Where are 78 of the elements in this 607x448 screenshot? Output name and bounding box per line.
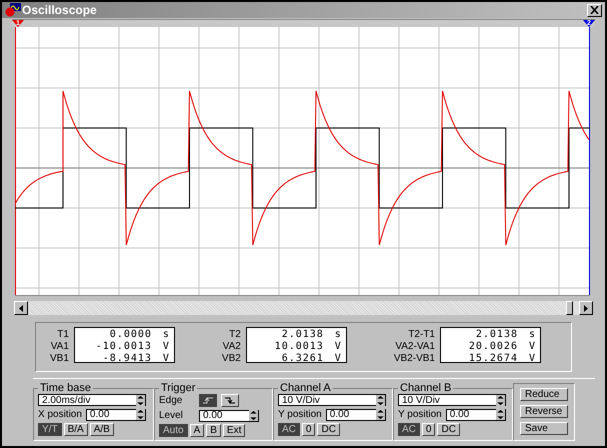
readout-label: VA2 [222, 341, 241, 353]
readout-unit: V [162, 353, 169, 365]
readout-unit: s [334, 329, 341, 341]
field-label: Y position [398, 409, 442, 420]
field-label: Y position [278, 409, 322, 420]
close-icon [590, 6, 599, 14]
time-scale-spinner[interactable]: 2.00ms/div [38, 394, 146, 406]
coupling-button[interactable]: DC [317, 423, 340, 436]
readout-value: 6.3261 [280, 353, 324, 365]
level-spinner[interactable]: 0.00 [199, 410, 259, 422]
field-label: X position [38, 409, 82, 420]
readout-label: VA1 [50, 341, 69, 353]
scroll-right-button[interactable] [579, 301, 593, 315]
x-position-spinner[interactable]: 0.00 [86, 408, 146, 420]
readout-unit: V [528, 353, 535, 365]
scope-icon [5, 3, 21, 17]
group-title: Channel B [399, 383, 452, 393]
readout-value: 20.0026 [468, 341, 518, 353]
field-label: Level [159, 410, 184, 421]
group-title: Time base [39, 383, 92, 393]
action-button[interactable]: Reverse [520, 405, 568, 418]
readout-value: 2.0138 [280, 329, 324, 341]
left-arrow-icon [19, 304, 23, 312]
spin-arrows-icon [136, 409, 145, 420]
action-button[interactable]: Reduce [520, 388, 568, 401]
volts-scale-spinner[interactable]: 10 V/Div [398, 394, 506, 406]
window-title: Oscilloscope [22, 3, 98, 17]
readout-label: T2-T1 [408, 329, 435, 341]
coupling-button[interactable]: AC [398, 423, 420, 436]
source-button[interactable]: B [206, 424, 221, 437]
mode-button[interactable]: Y/T [38, 423, 62, 436]
readout-label: VB2 [222, 353, 241, 365]
readout-value: 10.0013 [274, 341, 324, 353]
scroll-thumb[interactable] [566, 301, 573, 315]
close-button[interactable] [587, 4, 602, 16]
readout-unit: s [162, 329, 169, 341]
y-position-spinner[interactable]: 0.00 [326, 408, 386, 420]
group-title: Trigger [160, 383, 196, 393]
spin-arrows-icon [496, 394, 505, 406]
mode-button[interactable]: A/B [90, 423, 114, 436]
source-button[interactable]: Ext [222, 424, 246, 437]
spin-arrows-icon [376, 394, 385, 406]
group-title: Channel A [279, 383, 332, 393]
spin-arrows-icon [249, 410, 258, 421]
readout-label: VB2-VB1 [394, 353, 435, 365]
readout-label: VA2-VA1 [395, 341, 435, 353]
readout-value: 15.2674 [468, 353, 518, 365]
volts-scale-spinner[interactable]: 10 V/Div [278, 394, 386, 406]
readout-unit: s [528, 329, 535, 341]
readout-unit: V [528, 341, 535, 353]
right-arrow-icon [584, 304, 588, 312]
coupling-button[interactable]: 0 [302, 423, 316, 436]
readout-label: VB1 [50, 353, 69, 365]
spin-arrows-icon [376, 409, 385, 420]
rising-edge-icon [203, 397, 213, 404]
mode-button[interactable]: B/A [64, 423, 88, 436]
action-button[interactable]: Save [520, 422, 568, 435]
readout-unit: V [334, 353, 341, 365]
falling-edge-icon [225, 397, 235, 404]
coupling-button[interactable]: 0 [422, 423, 436, 436]
source-button[interactable]: Auto [159, 424, 188, 437]
readout-label: T2 [229, 329, 241, 341]
readout-unit: V [162, 341, 169, 353]
field-label: Edge [159, 395, 184, 406]
readout-value: -10.0013 [94, 341, 152, 353]
readout-value: 0.0000 [108, 329, 152, 341]
readout-unit: V [334, 341, 341, 353]
coupling-button[interactable]: AC [278, 423, 300, 436]
coupling-button[interactable]: DC [437, 423, 460, 436]
spin-arrows-icon [496, 409, 505, 420]
horizontal-scrollbar[interactable] [14, 301, 593, 315]
readout-value: -8.9413 [102, 353, 152, 365]
scroll-left-button[interactable] [14, 301, 28, 315]
source-button[interactable]: A [190, 424, 204, 437]
spin-arrows-icon [136, 394, 145, 406]
y-position-spinner[interactable]: 0.00 [446, 408, 506, 420]
readout-value: 2.0138 [474, 329, 518, 341]
readout-label: T1 [57, 329, 69, 341]
